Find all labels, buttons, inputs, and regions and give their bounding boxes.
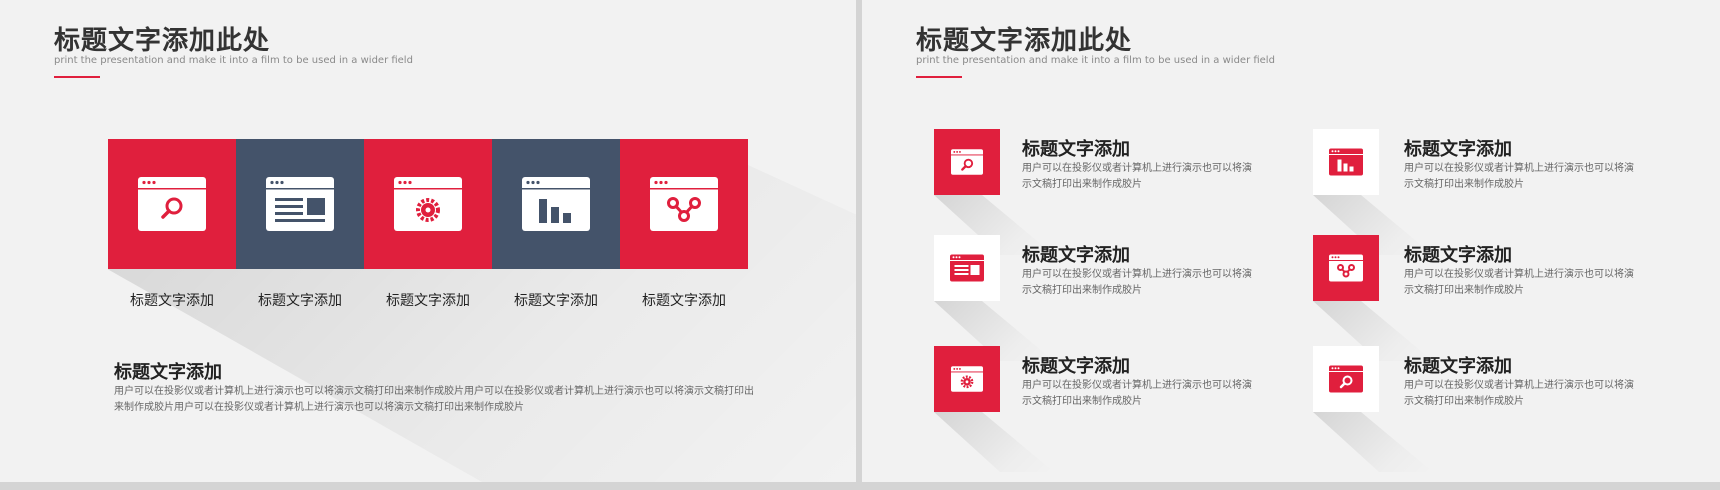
paragraph-title: 标题文字添加	[114, 362, 222, 383]
slide-title: 标题文字添加此处	[54, 26, 271, 56]
slide-subtitle: print the presentation and make it into …	[916, 55, 1275, 66]
feature-title: 标题文字添加	[1404, 245, 1512, 266]
title-accent-line	[916, 76, 962, 78]
network-window-icon	[650, 177, 718, 231]
icon-block-network	[620, 139, 748, 269]
feature-tile-3	[934, 235, 1000, 301]
feature-tile-6	[1313, 346, 1379, 412]
gear-window-icon	[394, 177, 462, 231]
feature-desc: 用户可以在投影仪或者计算机上进行演示也可以将演示文稿打印出来制作成胶片	[1022, 163, 1252, 190]
feature-title: 标题文字添加	[1404, 356, 1512, 377]
icon-block-layout	[236, 139, 364, 269]
feature-tile-5	[934, 346, 1000, 412]
block-label: 标题文字添加	[386, 293, 470, 309]
feature-desc: 用户可以在投影仪或者计算机上进行演示也可以将演示文稿打印出来制作成胶片	[1404, 380, 1634, 407]
tile-shadow	[934, 412, 1054, 472]
feature-title: 标题文字添加	[1022, 245, 1130, 266]
block-label: 标题文字添加	[130, 293, 214, 309]
layout-window-icon	[266, 177, 334, 231]
block-label: 标题文字添加	[258, 293, 342, 309]
block-label: 标题文字添加	[642, 293, 726, 309]
gear-window-icon	[951, 366, 983, 392]
network-window-icon	[1329, 254, 1363, 282]
title-accent-line	[54, 76, 100, 78]
slide-title: 标题文字添加此处	[916, 26, 1133, 56]
feature-desc: 用户可以在投影仪或者计算机上进行演示也可以将演示文稿打印出来制作成胶片	[1022, 269, 1252, 296]
slide-right: 标题文字添加此处 print the presentation and make…	[862, 0, 1720, 482]
icon-block-gear	[364, 139, 492, 269]
search-window-icon	[1329, 365, 1363, 393]
feature-desc: 用户可以在投影仪或者计算机上进行演示也可以将演示文稿打印出来制作成胶片	[1404, 269, 1634, 296]
paragraph-body: 用户可以在投影仪或者计算机上进行演示也可以将演示文稿打印出来制作成胶片用户可以在…	[114, 386, 754, 413]
bar-chart-window-icon	[1329, 148, 1363, 176]
search-window-icon	[138, 177, 206, 231]
feature-tile-2	[1313, 129, 1379, 195]
feature-desc: 用户可以在投影仪或者计算机上进行演示也可以将演示文稿打印出来制作成胶片	[1404, 163, 1634, 190]
feature-desc: 用户可以在投影仪或者计算机上进行演示也可以将演示文稿打印出来制作成胶片	[1022, 380, 1252, 407]
feature-tile-4	[1313, 235, 1379, 301]
slide-subtitle: print the presentation and make it into …	[54, 55, 413, 66]
bottom-bar	[0, 482, 1720, 490]
block-label: 标题文字添加	[514, 293, 598, 309]
feature-tile-1	[934, 129, 1000, 195]
search-window-icon	[951, 149, 983, 175]
slide-left: 标题文字添加此处 print the presentation and make…	[0, 0, 856, 482]
layout-window-icon	[950, 254, 984, 282]
feature-title: 标题文字添加	[1022, 356, 1130, 377]
feature-title: 标题文字添加	[1022, 139, 1130, 160]
bar-chart-window-icon	[522, 177, 590, 231]
tile-shadow	[1313, 412, 1433, 472]
icon-block-search	[108, 139, 236, 269]
feature-title: 标题文字添加	[1404, 139, 1512, 160]
icon-block-chart	[492, 139, 620, 269]
